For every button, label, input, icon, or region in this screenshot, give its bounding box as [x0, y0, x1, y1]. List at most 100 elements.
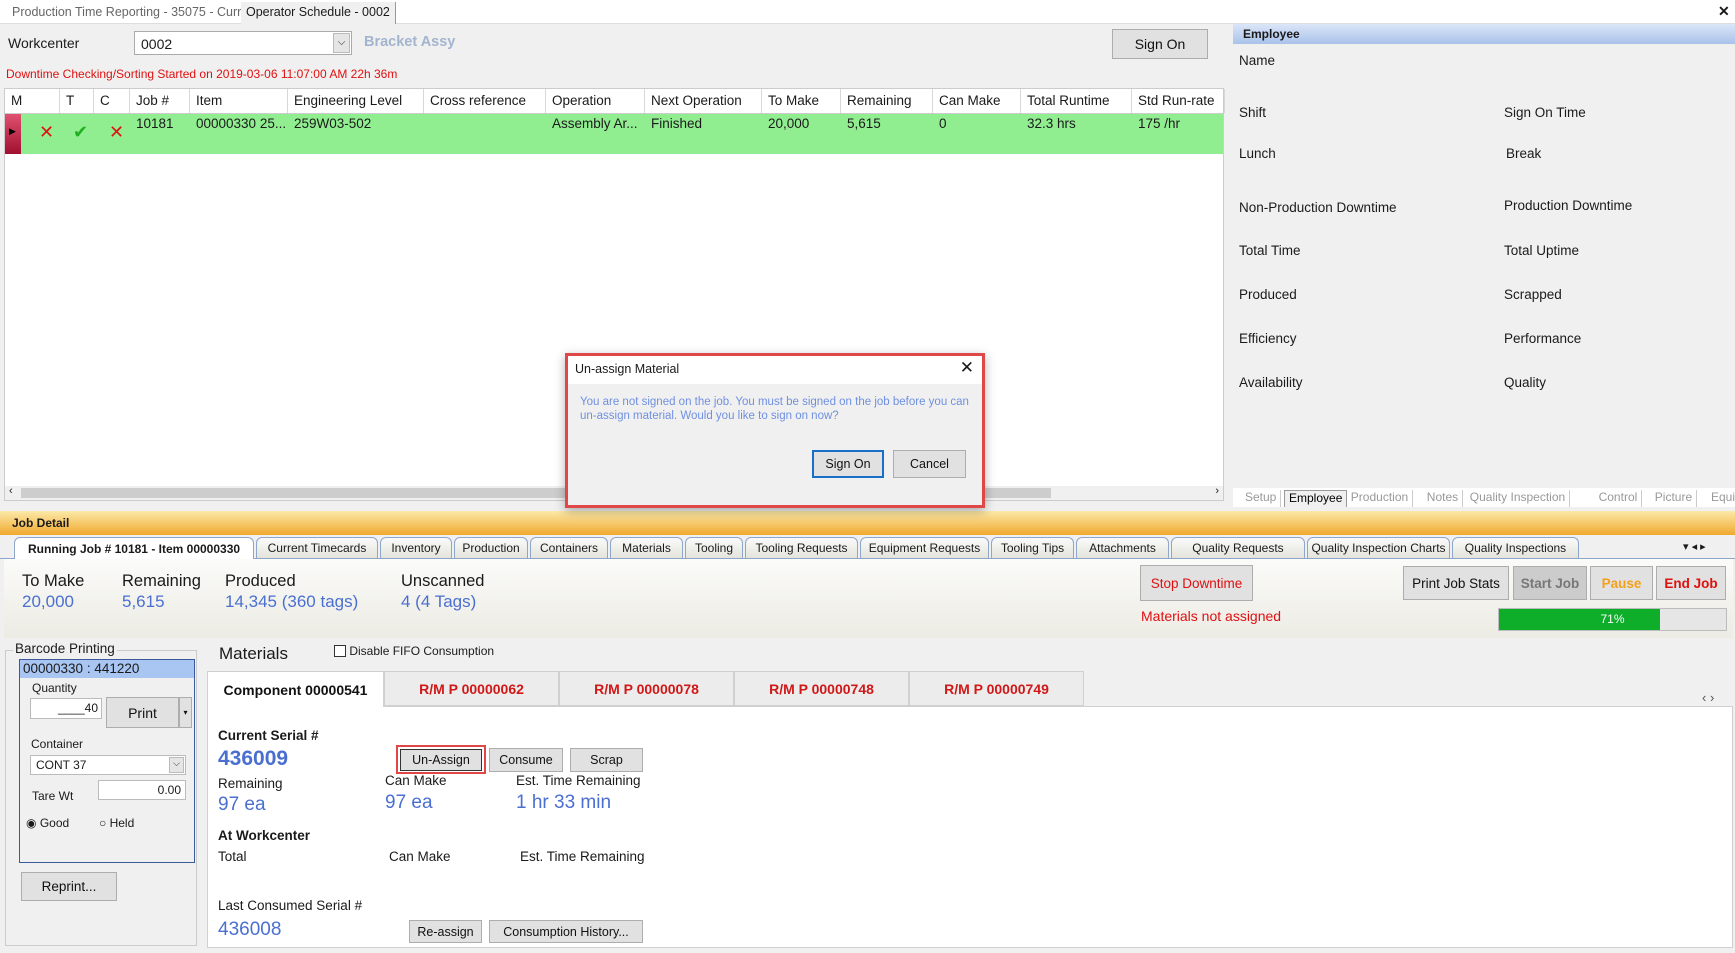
tab-current-timecards[interactable]: Current Timecards — [256, 537, 378, 558]
column-header[interactable]: Cross reference — [424, 89, 546, 113]
downtime-message: Downtime Checking/Sorting Started on 201… — [6, 67, 398, 81]
container-value: CONT 37 — [36, 758, 87, 772]
barcode-title: Barcode Printing — [13, 641, 117, 656]
material-tab[interactable]: Component 00000541 — [207, 671, 384, 707]
column-header[interactable]: C — [94, 89, 130, 113]
tab-quality-inspection[interactable]: Quality Inspection — [1466, 490, 1571, 507]
tab-tooling-tips[interactable]: Tooling Tips — [991, 537, 1074, 558]
tab-attachments[interactable]: Attachments — [1076, 537, 1169, 558]
good-radio[interactable]: ◉ Good — [26, 816, 69, 830]
stat-value: 5,615 — [122, 592, 165, 611]
quantity-input[interactable]: ____40 — [30, 698, 102, 719]
start-job-button[interactable]: Start Job — [1513, 566, 1587, 600]
column-header[interactable]: Next Operation — [645, 89, 762, 113]
scroll-right-icon[interactable]: › — [1215, 485, 1219, 497]
barcode-item[interactable]: 00000330 : 441220 — [20, 660, 194, 678]
tab-production[interactable]: Production — [454, 537, 528, 558]
container-combo[interactable]: CONT 37 ⌵ — [30, 755, 186, 775]
scroll-left-icon[interactable]: ‹ — [9, 485, 13, 497]
last-consumed-value: 436008 — [218, 919, 282, 940]
c-x-icon: ✕ — [109, 122, 125, 142]
chevron-down-icon[interactable]: ⌵ — [169, 757, 184, 773]
fifo-checkbox[interactable]: Disable FIFO Consumption — [334, 644, 494, 658]
print-dropdown-icon[interactable]: ▾ — [179, 697, 192, 728]
material-tabs: Component 00000541 R/M P 00000062 R/M P 00… — [207, 671, 1084, 707]
column-header[interactable]: Total Runtime — [1021, 89, 1132, 113]
tab-quality-inspection-charts[interactable]: Quality Inspection Charts — [1307, 537, 1450, 558]
consumption-history-button[interactable]: Consumption History... — [489, 920, 643, 943]
tab-tooling[interactable]: Tooling — [685, 537, 743, 558]
doc-tab-production-time[interactable]: Production Time Reporting - 35075 - Curr… — [12, 5, 259, 19]
dialog-cancel-button[interactable]: Cancel — [893, 450, 966, 478]
workcenter-combo[interactable]: 0002 ⌵ — [134, 31, 352, 55]
at-workcenter-label: At Workcenter — [218, 828, 311, 843]
tab-containers[interactable]: Containers — [530, 537, 608, 558]
print-job-stats-button[interactable]: Print Job Stats — [1403, 566, 1509, 600]
good-label: Good — [39, 816, 70, 830]
tab-notes[interactable]: Notes — [1423, 490, 1464, 507]
tab-running-job-10181-item-00000330[interactable]: Running Job # 10181 - Item 00000330 — [14, 537, 254, 560]
employee-field-label: Name — [1239, 53, 1276, 68]
tab-picture[interactable]: Picture — [1651, 490, 1698, 507]
tab-equipment[interactable]: Equipment — [1707, 490, 1735, 507]
material-tab[interactable]: R/M P 00000749 — [909, 671, 1084, 706]
column-header[interactable]: Remaining — [841, 89, 933, 113]
column-header[interactable]: Item — [190, 89, 288, 113]
stat-label: Unscanned — [401, 572, 485, 590]
pause-button[interactable]: Pause — [1590, 566, 1653, 600]
material-tab[interactable]: R/M P 00000062 — [384, 671, 559, 706]
tab-equipment-requests[interactable]: Equipment Requests — [860, 537, 989, 558]
tab-materials[interactable]: Materials — [610, 537, 683, 558]
column-header[interactable]: Operation — [546, 89, 645, 113]
stop-downtime-button[interactable]: Stop Downtime — [1140, 565, 1253, 601]
dialog-close-icon[interactable]: ✕ — [960, 358, 974, 378]
can-make-value: 97 ea — [385, 792, 433, 813]
sign-on-button[interactable]: Sign On — [1112, 29, 1208, 59]
tare-input[interactable]: 0.00 — [98, 780, 186, 800]
doc-tab-operator-schedule[interactable]: Operator Schedule - 0002 — [241, 2, 396, 24]
material-tab[interactable]: R/M P 00000748 — [734, 671, 909, 706]
employee-field-label: Non-Production Downtime — [1239, 200, 1397, 215]
dialog-sign-on-button[interactable]: Sign On — [812, 450, 884, 478]
print-button[interactable]: Print — [106, 697, 179, 728]
employee-field-label: Sign On Time — [1504, 105, 1586, 120]
column-header[interactable]: T — [60, 89, 94, 113]
tab-production[interactable]: Production — [1347, 490, 1414, 507]
tab-setup[interactable]: Setup — [1241, 490, 1282, 507]
tab-tooling-requests[interactable]: Tooling Requests — [745, 537, 858, 558]
reassign-button[interactable]: Re-assign — [409, 920, 482, 943]
cell-eng: 259W03-502 — [294, 116, 372, 131]
column-header[interactable]: Job # — [130, 89, 190, 113]
column-header[interactable]: To Make — [762, 89, 841, 113]
scrap-button[interactable]: Scrap — [570, 748, 643, 772]
tab-control[interactable]: Control — [1595, 490, 1643, 507]
employee-field-label: Production Downtime — [1504, 198, 1633, 213]
cell-cross — [424, 114, 546, 118]
remaining-label: Remaining — [218, 776, 283, 791]
reprint-button[interactable]: Reprint... — [21, 872, 117, 901]
consume-button[interactable]: Consume — [489, 748, 563, 772]
material-tabs-scroll-icon[interactable]: ‹ › — [1702, 690, 1714, 705]
end-job-button[interactable]: End Job — [1656, 566, 1726, 600]
tab-employee[interactable]: Employee — [1284, 490, 1348, 507]
radio-selected-icon: ◉ — [26, 816, 37, 830]
stat-label: Produced — [225, 572, 296, 590]
tab-inventory[interactable]: Inventory — [380, 537, 452, 558]
column-header[interactable]: M — [5, 89, 60, 113]
dialog-message-line: un-assign material. Would you like to si… — [580, 410, 839, 422]
held-radio[interactable]: ○ Held — [99, 816, 134, 830]
stat-value: 20,000 — [22, 592, 74, 611]
tab-quality-inspections[interactable]: Quality Inspections — [1452, 537, 1579, 558]
material-tab[interactable]: R/M P 00000078 — [559, 671, 734, 706]
column-header[interactable]: Engineering Level — [288, 89, 424, 113]
chevron-down-icon[interactable]: ⌵ — [333, 33, 350, 53]
column-header[interactable]: Std Run-rate — [1132, 89, 1225, 113]
grid-header: M T C Job # Item Engineering Level Cross refer… — [5, 89, 1225, 114]
table-row[interactable]: ▶ ✕ ✔ ✕ 10181 00000330 25... 259W03-502 Assembl… — [5, 114, 1223, 154]
unassign-button[interactable]: Un-Assign — [400, 749, 482, 771]
tab-overflow-icon[interactable]: ▾ ◂ ▸ — [1683, 540, 1706, 553]
column-header[interactable]: Can Make — [933, 89, 1021, 113]
tab-quality-requests[interactable]: Quality Requests — [1171, 537, 1305, 558]
row-selector-icon[interactable]: ▶ — [5, 114, 21, 154]
close-icon[interactable]: ✕ — [1718, 3, 1730, 20]
